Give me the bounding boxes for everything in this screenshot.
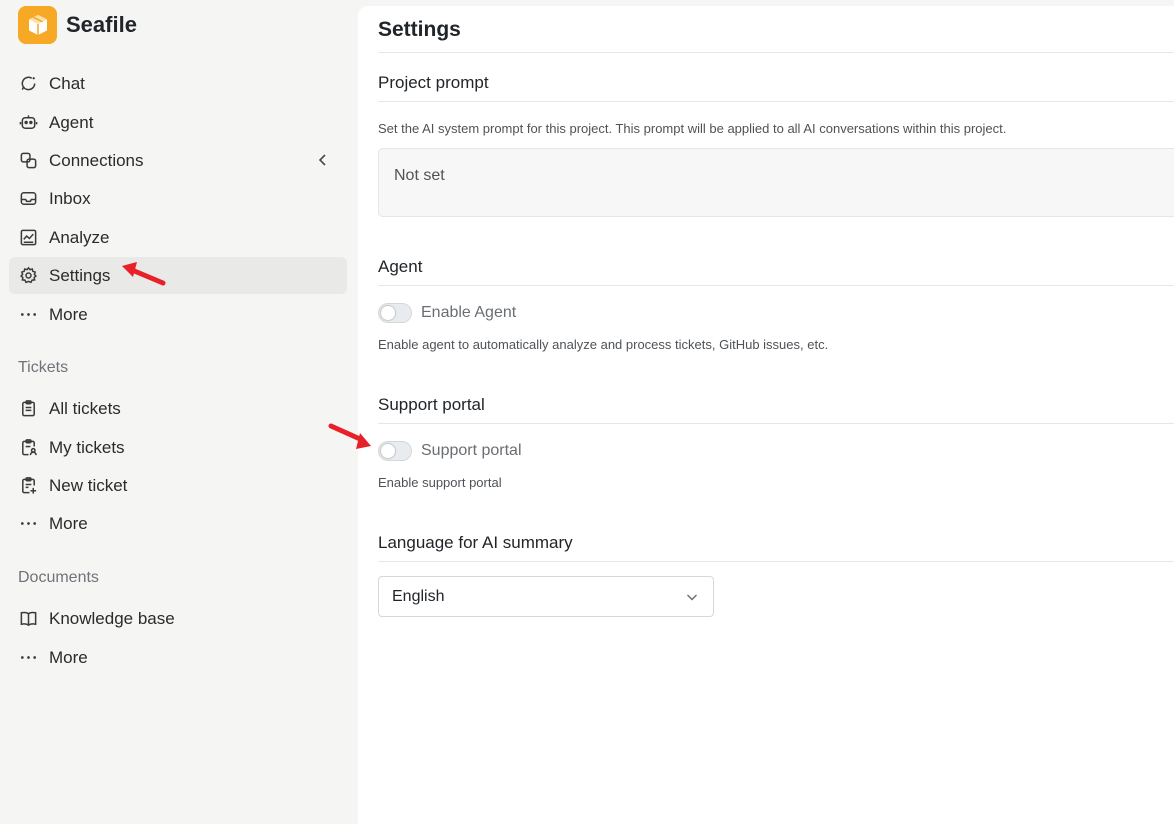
sidebar: Seafile Chat Agent Connections Inbox Ana…	[0, 0, 358, 824]
support-portal-description: Enable support portal	[378, 475, 502, 490]
user-clipboard-icon	[18, 438, 38, 458]
toggle-knob	[381, 444, 395, 458]
toggle-switch[interactable]	[378, 441, 412, 461]
nav-item-tickets-more[interactable]: More	[9, 505, 347, 542]
toggle-label: Enable Agent	[421, 304, 517, 321]
divider	[378, 561, 1174, 562]
nav-label: All tickets	[49, 398, 121, 418]
section-title-documents: Documents	[18, 569, 99, 586]
nav-item-analyze[interactable]: Analyze	[9, 219, 347, 256]
inbox-icon	[18, 189, 38, 209]
nav-item-settings[interactable]: Settings	[9, 257, 347, 294]
nav-item-documents-more[interactable]: More	[9, 639, 347, 676]
nav-item-my-tickets[interactable]: My tickets	[9, 429, 347, 466]
toggle-label: Support portal	[421, 442, 522, 459]
nav-label: Knowledge base	[49, 608, 175, 628]
project-prompt-heading: Project prompt	[378, 73, 489, 92]
new-ticket-icon	[18, 476, 38, 496]
nav-label: More	[49, 304, 88, 324]
clipboard-icon	[18, 399, 38, 419]
toggle-switch[interactable]	[378, 303, 412, 323]
language-heading: Language for AI summary	[378, 533, 573, 552]
nav-item-chat[interactable]: Chat	[9, 65, 347, 102]
section-title-tickets: Tickets	[18, 359, 69, 376]
nav-item-inbox[interactable]: Inbox	[9, 180, 347, 217]
toggle-knob	[381, 306, 395, 320]
seafile-logo-icon	[18, 6, 57, 44]
language-select-value: English	[392, 587, 445, 605]
nav-label: More	[49, 647, 88, 667]
more-icon	[18, 648, 38, 668]
divider	[378, 52, 1174, 53]
nav-label: More	[49, 513, 88, 533]
nav-label: Settings	[49, 265, 111, 285]
nav-item-new-ticket[interactable]: New ticket	[9, 467, 347, 504]
nav-label: Chat	[49, 73, 85, 93]
nav-label: Inbox	[49, 188, 91, 208]
project-prompt-field[interactable]: Not set	[378, 148, 1174, 217]
chart-icon	[18, 228, 38, 248]
divider	[378, 101, 1174, 102]
nav-item-agent[interactable]: Agent	[9, 104, 347, 141]
divider	[378, 423, 1174, 424]
nav-label: Connections	[49, 150, 144, 170]
gear-icon	[18, 266, 38, 286]
more-icon	[18, 305, 38, 325]
nav-item-all-tickets[interactable]: All tickets	[9, 390, 347, 427]
nav-item-more[interactable]: More	[9, 296, 347, 333]
project-prompt-description: Set the AI system prompt for this projec…	[378, 121, 1007, 136]
annotation-arrow-icon	[122, 262, 166, 286]
agent-description: Enable agent to automatically analyze an…	[378, 337, 829, 352]
brand[interactable]: Seafile	[18, 6, 137, 44]
robot-icon	[18, 113, 38, 133]
nav-label: New ticket	[49, 475, 128, 495]
app-name: Seafile	[66, 12, 137, 37]
nav-label: My tickets	[49, 437, 125, 457]
nav-item-connections[interactable]: Connections	[9, 142, 347, 179]
chevron-down-icon	[687, 594, 697, 601]
book-icon	[18, 609, 38, 629]
annotation-arrow-icon	[328, 423, 371, 449]
enable-agent-toggle[interactable]: Enable Agent	[378, 303, 516, 323]
page-title: Settings	[378, 18, 461, 41]
support-portal-heading: Support portal	[378, 395, 485, 414]
support-portal-toggle[interactable]: Support portal	[378, 441, 522, 461]
settings-panel: Settings Project prompt Set the AI syste…	[358, 6, 1174, 824]
link-icon	[18, 151, 38, 171]
agent-heading: Agent	[378, 257, 423, 276]
nav-label: Analyze	[49, 227, 110, 247]
language-select[interactable]: English	[378, 576, 714, 617]
chevron-left-icon[interactable]	[315, 152, 331, 168]
more-icon	[18, 514, 38, 534]
divider	[378, 285, 1174, 286]
chat-icon	[18, 74, 38, 94]
nav-item-knowledge-base[interactable]: Knowledge base	[9, 600, 347, 637]
nav-label: Agent	[49, 112, 94, 132]
